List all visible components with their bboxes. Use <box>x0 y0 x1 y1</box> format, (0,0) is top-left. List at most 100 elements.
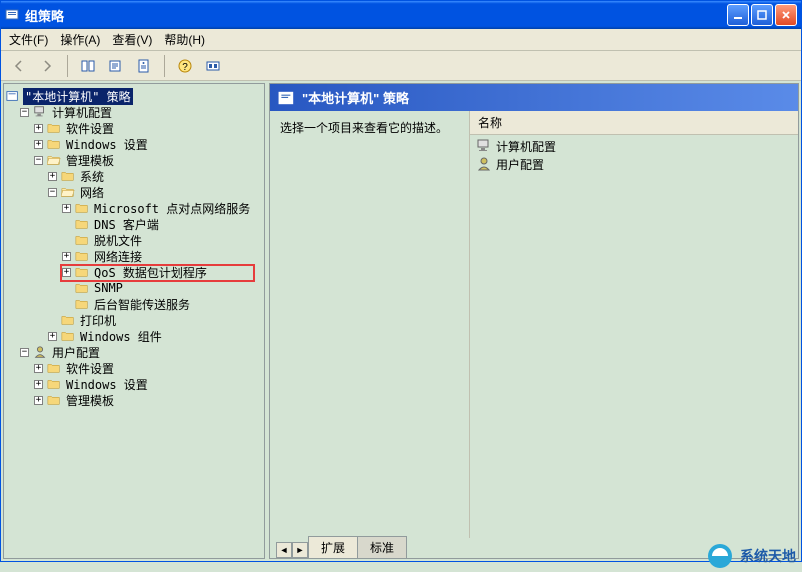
tree-computer-config[interactable]: − 计算机配置 <box>6 104 262 120</box>
folder-icon <box>61 329 75 343</box>
toolbar-btn-2[interactable] <box>104 54 128 78</box>
menu-action[interactable]: 操作(A) <box>60 31 100 48</box>
tree-dns-client[interactable]: DNS 客户端 <box>6 216 262 232</box>
computer-icon <box>476 138 492 154</box>
column-header-name[interactable]: 名称 <box>470 111 798 135</box>
tree-software-settings[interactable]: + 软件设置 <box>6 120 262 136</box>
tree-label: 用户配置 <box>50 344 102 361</box>
expander-icon[interactable]: + <box>34 364 43 373</box>
tree-network[interactable]: − 网络 <box>6 184 262 200</box>
tree-label: 计算机配置 <box>50 104 114 121</box>
description-text: 选择一个项目来查看它的描述。 <box>280 121 448 135</box>
menu-view[interactable]: 查看(V) <box>112 31 152 48</box>
tree-label: Microsoft 点对点网络服务 <box>92 200 252 217</box>
tree-ms-p2p[interactable]: + Microsoft 点对点网络服务 <box>6 200 262 216</box>
expander-icon[interactable]: − <box>34 156 43 165</box>
folder-open-icon <box>47 153 61 167</box>
properties-button[interactable] <box>132 54 156 78</box>
tree-label: DNS 客户端 <box>92 216 161 233</box>
toolbar-separator <box>67 55 68 77</box>
tree-u-windows[interactable]: + Windows 设置 <box>6 376 262 392</box>
titlebar: 组策略 <box>1 1 801 29</box>
tree-offline-files[interactable]: 脱机文件 <box>6 232 262 248</box>
tree-admin-templates[interactable]: − 管理模板 <box>6 152 262 168</box>
tab-standard[interactable]: 标准 <box>357 536 407 558</box>
tree-label: 网络连接 <box>92 248 144 265</box>
tab-scroll-left[interactable]: ◄ <box>276 542 292 558</box>
watermark: 系统天地 <box>706 542 796 570</box>
expander-icon[interactable]: + <box>62 268 71 277</box>
policy-tree: "本地计算机" 策略 − 计算机配置 + 软件设置 + <box>4 84 264 412</box>
folder-icon <box>61 169 75 183</box>
tree-network-conn[interactable]: + 网络连接 <box>6 248 262 264</box>
tree-label: 软件设置 <box>64 360 116 377</box>
expander-icon[interactable]: + <box>34 380 43 389</box>
tree-label: Windows 设置 <box>64 376 150 393</box>
tree-qos[interactable]: + QoS 数据包计划程序 <box>6 264 262 280</box>
tree-bits[interactable]: 后台智能传送服务 <box>6 296 262 312</box>
tree-root[interactable]: "本地计算机" 策略 <box>6 88 262 104</box>
tree-root-label: "本地计算机" 策略 <box>23 88 133 105</box>
list-item-label: 用户配置 <box>496 156 544 173</box>
svg-text:?: ? <box>182 62 188 73</box>
group-policy-window: 组策略 文件(F) 操作(A) 查看(V) 帮助(H) ? <box>0 0 802 562</box>
folder-icon <box>47 137 61 151</box>
folder-open-icon <box>61 185 75 199</box>
folder-icon <box>75 297 89 311</box>
expander-icon[interactable]: − <box>48 188 57 197</box>
tree-windows-comp[interactable]: + Windows 组件 <box>6 328 262 344</box>
minimize-button[interactable] <box>727 4 749 26</box>
close-button[interactable] <box>775 4 797 26</box>
tree-printers[interactable]: 打印机 <box>6 312 262 328</box>
folder-icon <box>47 361 61 375</box>
folder-icon <box>47 121 61 135</box>
expander-icon[interactable]: + <box>48 332 57 341</box>
folder-icon <box>47 393 61 407</box>
menu-file[interactable]: 文件(F) <box>9 31 48 48</box>
list-item-user[interactable]: 用户配置 <box>474 155 794 173</box>
folder-icon <box>75 249 89 263</box>
expander-icon[interactable]: − <box>20 348 29 357</box>
toolbar-btn-1[interactable] <box>76 54 100 78</box>
tree-system[interactable]: + 系统 <box>6 168 262 184</box>
tree-windows-settings[interactable]: + Windows 设置 <box>6 136 262 152</box>
tree-label: Windows 设置 <box>64 136 150 153</box>
tree-u-admin[interactable]: + 管理模板 <box>6 392 262 408</box>
help-button[interactable]: ? <box>173 54 197 78</box>
maximize-button[interactable] <box>751 4 773 26</box>
tree-label: 脱机文件 <box>92 232 144 249</box>
list-item-label: 计算机配置 <box>496 138 556 155</box>
expander-icon[interactable]: + <box>34 396 43 405</box>
computer-icon <box>33 105 47 119</box>
tab-extended[interactable]: 扩展 <box>308 536 358 558</box>
tree-label: SNMP <box>92 281 125 295</box>
menu-help[interactable]: 帮助(H) <box>164 31 205 48</box>
tree-label: QoS 数据包计划程序 <box>92 264 209 281</box>
tree-label: 网络 <box>78 184 106 201</box>
expander-icon[interactable]: + <box>48 172 57 181</box>
expander-icon[interactable]: + <box>62 252 71 261</box>
back-button <box>7 54 31 78</box>
detail-pane: "本地计算机" 策略 选择一个项目来查看它的描述。 名称 计算机配置 <box>269 83 799 559</box>
window-title: 组策略 <box>25 6 727 25</box>
folder-icon <box>75 281 89 295</box>
tree-pane[interactable]: "本地计算机" 策略 − 计算机配置 + 软件设置 + <box>3 83 265 559</box>
list-item-computer[interactable]: 计算机配置 <box>474 137 794 155</box>
tree-snmp[interactable]: SNMP <box>6 280 262 296</box>
tree-user-config[interactable]: − 用户配置 <box>6 344 262 360</box>
detail-header-title: "本地计算机" 策略 <box>302 88 409 107</box>
expander-icon[interactable]: − <box>20 108 29 117</box>
tree-label: Windows 组件 <box>78 328 164 345</box>
folder-icon <box>61 313 75 327</box>
content-area: "本地计算机" 策略 − 计算机配置 + 软件设置 + <box>1 81 801 561</box>
toolbar: ? <box>1 51 801 81</box>
expander-icon[interactable]: + <box>62 204 71 213</box>
forward-button <box>35 54 59 78</box>
toolbar-btn-5[interactable] <box>201 54 225 78</box>
tree-u-software[interactable]: + 软件设置 <box>6 360 262 376</box>
detail-header: "本地计算机" 策略 <box>270 84 798 111</box>
expander-icon[interactable]: + <box>34 140 43 149</box>
tab-scroll-right[interactable]: ► <box>292 542 308 558</box>
expander-icon[interactable]: + <box>34 124 43 133</box>
detail-body: 选择一个项目来查看它的描述。 名称 计算机配置 用户配置 <box>270 111 798 538</box>
